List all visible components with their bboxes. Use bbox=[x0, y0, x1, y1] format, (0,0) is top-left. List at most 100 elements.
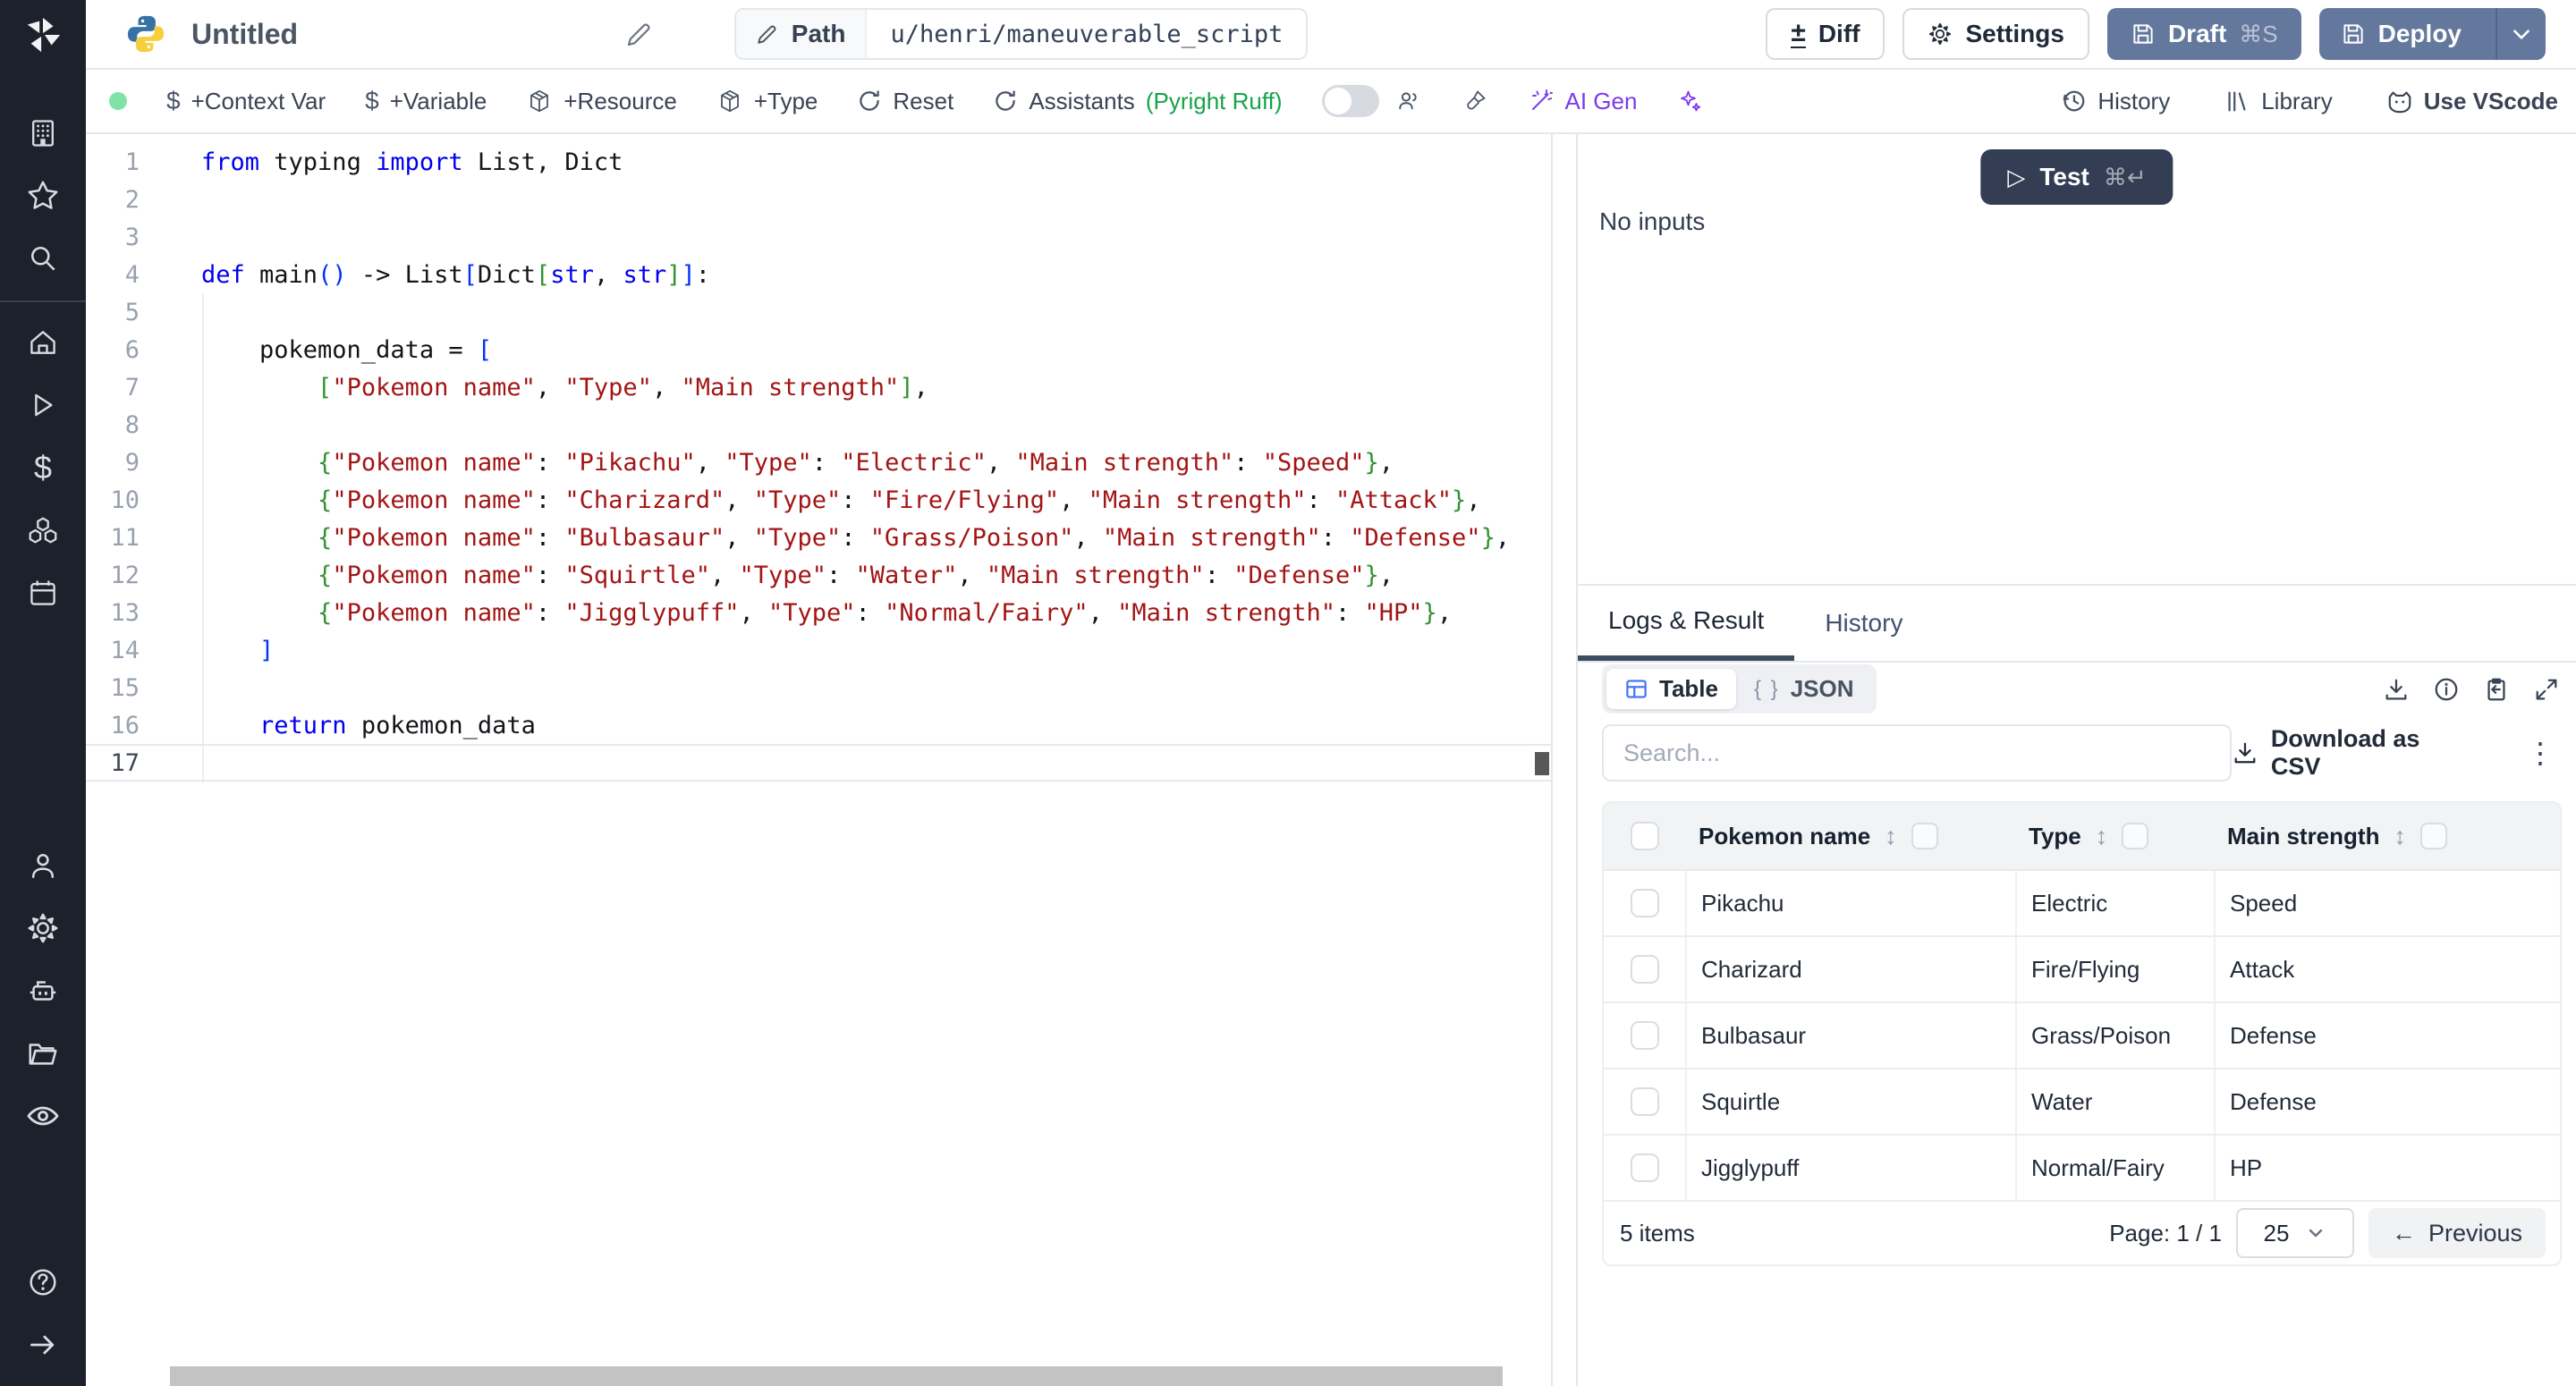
previous-page-button[interactable]: ← Previous bbox=[2368, 1208, 2546, 1258]
code-line-2[interactable]: 2 bbox=[86, 181, 1551, 218]
ai-gen-button[interactable]: AI Gen bbox=[1528, 88, 1638, 115]
code-editor[interactable]: 1from typing import List, Dict234def mai… bbox=[86, 134, 1553, 1386]
row-checkbox[interactable] bbox=[1631, 889, 1659, 917]
table-row[interactable]: BulbasaurGrass/PoisonDefense bbox=[1604, 1003, 2560, 1069]
dollar-icon: $ bbox=[166, 89, 181, 114]
column-toggle[interactable] bbox=[1911, 823, 1938, 849]
column-toggle[interactable] bbox=[2420, 823, 2447, 849]
copy-result-icon[interactable] bbox=[2483, 676, 2510, 703]
page-size-select[interactable]: 25 bbox=[2236, 1208, 2354, 1258]
code-line-15[interactable]: 15 bbox=[86, 669, 1551, 706]
table-row[interactable]: PikachuElectricSpeed bbox=[1604, 871, 2560, 937]
code-line-11[interactable]: 11 {"Pokemon name": "Bulbasaur", "Type":… bbox=[86, 519, 1551, 556]
add-variable-button[interactable]: $+Variable bbox=[365, 88, 487, 115]
code-line-13[interactable]: 13 {"Pokemon name": "Jigglypuff", "Type"… bbox=[86, 594, 1551, 631]
save-icon bbox=[2131, 21, 2156, 46]
download-icon[interactable] bbox=[2383, 676, 2410, 703]
edit-title-pencil-icon[interactable] bbox=[625, 20, 654, 48]
path-field[interactable]: Path u/henri/maneuverable_script bbox=[734, 8, 1309, 60]
schedules-calendar-icon[interactable] bbox=[25, 575, 61, 611]
code-line-10[interactable]: 10 {"Pokemon name": "Charizard", "Type":… bbox=[86, 481, 1551, 519]
editor-horizontal-scrollbar[interactable] bbox=[170, 1366, 1503, 1386]
table-options-kebab-icon[interactable]: ⋮ bbox=[2526, 739, 2555, 767]
tab-logs-result[interactable]: Logs & Result bbox=[1578, 586, 1794, 661]
code-line-9[interactable]: 9 {"Pokemon name": "Pikachu", "Type": "E… bbox=[86, 444, 1551, 481]
view-table-button[interactable]: Table bbox=[1606, 669, 1736, 709]
help-icon[interactable] bbox=[25, 1264, 61, 1300]
package-icon bbox=[526, 88, 553, 114]
code-line-17[interactable]: 17 bbox=[86, 744, 1551, 782]
collapse-sidebar-arrow-icon[interactable] bbox=[25, 1327, 61, 1363]
code-line-12[interactable]: 12 {"Pokemon name": "Squirtle", "Type": … bbox=[86, 556, 1551, 594]
workers-robot-icon[interactable] bbox=[25, 973, 61, 1009]
code-line-1[interactable]: 1from typing import List, Dict bbox=[86, 143, 1551, 181]
diff-button[interactable]: ± Diff bbox=[1766, 8, 1885, 60]
folders-icon[interactable] bbox=[25, 1035, 61, 1071]
variables-dollar-icon[interactable]: $ bbox=[25, 450, 61, 486]
settings-button[interactable]: Settings bbox=[1902, 8, 2089, 60]
table-row[interactable]: CharizardFire/FlyingAttack bbox=[1604, 937, 2560, 1003]
result-search-input[interactable] bbox=[1602, 724, 2232, 782]
path-value[interactable]: u/henri/maneuverable_script bbox=[867, 10, 1306, 58]
line-number: 16 bbox=[86, 712, 140, 739]
code-line-14[interactable]: 14 ] bbox=[86, 631, 1551, 669]
info-icon[interactable] bbox=[2433, 676, 2460, 703]
deploy-button[interactable]: Deploy bbox=[2319, 8, 2546, 60]
code-line-7[interactable]: 7 ["Pokemon name", "Type", "Main strengt… bbox=[86, 368, 1551, 406]
column-toggle[interactable] bbox=[2122, 823, 2148, 849]
expand-icon[interactable] bbox=[2533, 676, 2560, 703]
view-json-button[interactable]: { } JSON bbox=[1736, 669, 1872, 709]
add-type-button[interactable]: +Type bbox=[716, 88, 818, 115]
row-checkbox[interactable] bbox=[1631, 1087, 1659, 1116]
code-line-8[interactable]: 8 bbox=[86, 406, 1551, 444]
home-icon[interactable] bbox=[25, 325, 61, 360]
table-row[interactable]: SquirtleWaterDefense bbox=[1604, 1069, 2560, 1136]
code-line-5[interactable]: 5 bbox=[86, 293, 1551, 331]
windmill-logo[interactable] bbox=[0, 0, 86, 70]
add-context-var-button[interactable]: $+Context Var bbox=[166, 88, 326, 115]
assistants-button[interactable]: Assistants (Pyright Ruff) bbox=[993, 88, 1282, 115]
tab-history[interactable]: History bbox=[1794, 586, 1933, 661]
test-shortcut: ⌘↵ bbox=[2104, 164, 2147, 191]
deploy-dropdown-chevron[interactable] bbox=[2496, 8, 2546, 60]
reset-button[interactable]: Reset bbox=[857, 88, 953, 115]
sparkles-icon[interactable] bbox=[1676, 88, 1703, 114]
audit-eye-icon[interactable] bbox=[25, 1098, 61, 1134]
sort-icon[interactable]: ↕ bbox=[1885, 823, 1897, 850]
panel-resize-gutter[interactable] bbox=[1553, 134, 1576, 1386]
favorites-star-icon[interactable] bbox=[25, 178, 61, 214]
download-csv-button[interactable]: Download as CSV bbox=[2232, 725, 2476, 781]
workspace-building-icon[interactable] bbox=[25, 115, 61, 151]
table-row[interactable]: JigglypuffNormal/FairyHP bbox=[1604, 1136, 2560, 1202]
test-button[interactable]: ▷ Test ⌘↵ bbox=[1980, 149, 2173, 205]
path-label: Path bbox=[736, 10, 868, 58]
json-braces-icon: { } bbox=[1754, 677, 1780, 702]
table-cell: Charizard bbox=[1685, 937, 2015, 1001]
multiplayer-users-icon[interactable] bbox=[1395, 88, 1422, 114]
draft-button[interactable]: Draft ⌘S bbox=[2107, 8, 2301, 60]
row-checkbox[interactable] bbox=[1631, 1021, 1659, 1050]
code-line-3[interactable]: 3 bbox=[86, 218, 1551, 256]
table-cell: Water bbox=[2015, 1069, 2214, 1134]
code-line-6[interactable]: 6 pokemon_data = [ bbox=[86, 331, 1551, 368]
row-checkbox[interactable] bbox=[1631, 955, 1659, 984]
settings-gear-icon[interactable] bbox=[25, 910, 61, 946]
sort-icon[interactable]: ↕ bbox=[2394, 823, 2406, 850]
code-line-4[interactable]: 4def main() -> List[Dict[str, str]]: bbox=[86, 256, 1551, 293]
vscode-button[interactable]: Use VScode bbox=[2386, 88, 2558, 115]
add-resource-button[interactable]: +Resource bbox=[526, 88, 676, 115]
resources-cubes-icon[interactable] bbox=[25, 512, 61, 548]
history-button[interactable]: History bbox=[2060, 88, 2170, 115]
row-checkbox[interactable] bbox=[1631, 1154, 1659, 1182]
sort-icon[interactable]: ↕ bbox=[2096, 823, 2108, 850]
multiplayer-toggle[interactable] bbox=[1322, 85, 1379, 117]
users-person-icon[interactable] bbox=[25, 848, 61, 883]
library-button[interactable]: Library bbox=[2224, 88, 2332, 115]
select-all-checkbox[interactable] bbox=[1631, 822, 1659, 850]
code-line-16[interactable]: 16 return pokemon_data bbox=[86, 706, 1551, 744]
table-cell: Normal/Fairy bbox=[2015, 1136, 2214, 1200]
search-icon[interactable] bbox=[25, 241, 61, 276]
format-brush-icon[interactable] bbox=[1462, 88, 1488, 114]
runs-play-icon[interactable] bbox=[25, 387, 61, 423]
line-number: 11 bbox=[86, 524, 140, 552]
